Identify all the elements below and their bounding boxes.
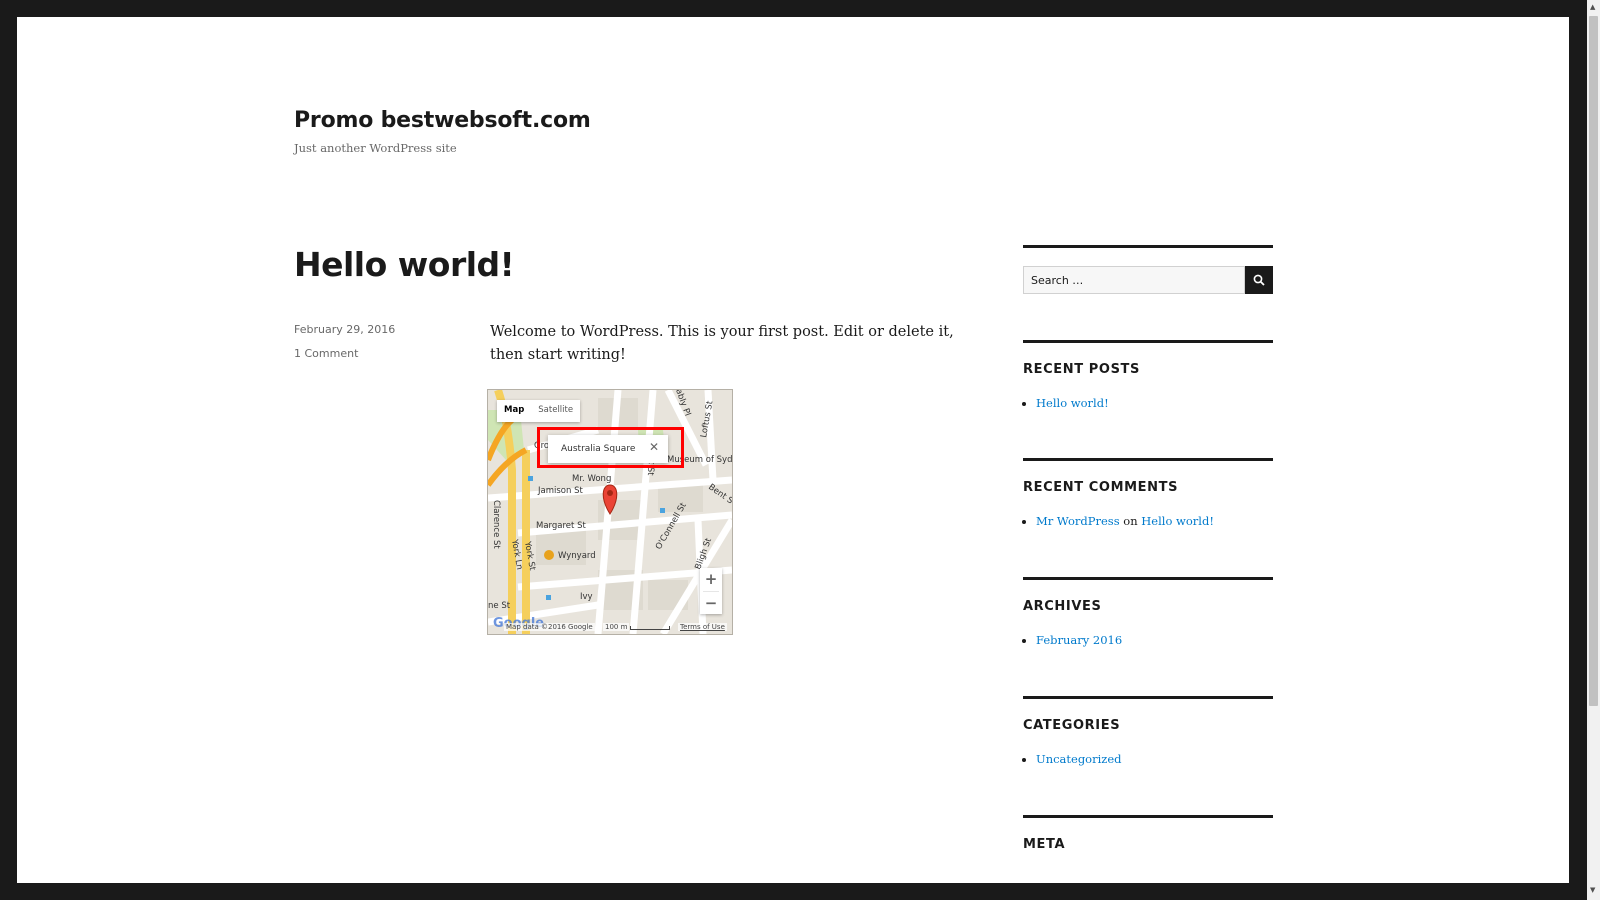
zoom-control[interactable]: + − [700,568,722,614]
categories-title: CATEGORIES [1023,718,1121,733]
list-item: Uncategorized [1036,750,1122,768]
search-input[interactable] [1024,267,1234,293]
map-terms-link[interactable]: Terms of Use [678,623,727,631]
recent-comments-list: Mr WordPress on Hello world! [1023,512,1214,530]
widget-divider [1023,340,1273,343]
comment-on-text: on [1123,514,1138,528]
label-margaret: Margaret St [536,521,586,531]
scrollbar[interactable]: ▲ ▼ [1587,0,1600,900]
list-item: February 2016 [1036,631,1122,649]
map-type-satellite-button[interactable]: Satellite [531,400,580,422]
recent-comments-title: RECENT COMMENTS [1023,480,1179,495]
widget-divider [1023,815,1273,818]
widget-divider [1023,245,1273,248]
search-icon [1253,274,1265,286]
zoom-out-button[interactable]: − [700,592,722,615]
widget-divider [1023,577,1273,580]
widget-divider [1023,458,1273,461]
highlight-box [537,427,684,468]
list-item: Mr WordPress on Hello world! [1036,512,1214,530]
map-copyright: Map data ©2016 Google [504,623,595,631]
category-link[interactable]: Uncategorized [1036,752,1122,766]
recent-post-link[interactable]: Hello world! [1036,396,1109,410]
archive-link[interactable]: February 2016 [1036,633,1122,647]
site-title[interactable]: Promo bestwebsoft.com [294,108,591,133]
label-wynyard: Wynyard [558,551,596,561]
archives-title: ARCHIVES [1023,599,1102,614]
label-clarence: Clarence St [491,500,501,549]
comment-author-link[interactable]: Mr WordPress [1036,514,1120,528]
scrollbar-thumb[interactable] [1589,16,1598,706]
search-field[interactable] [1023,266,1245,294]
page: Promo bestwebsoft.com Just another WordP… [17,17,1569,883]
post-comments-link[interactable]: 1 Comment [294,347,358,360]
bus-stop-icon [528,476,533,481]
post-title[interactable]: Hello world! [294,245,515,284]
map-type-control[interactable]: Map Satellite [497,400,581,422]
map-scale-bar [630,626,670,630]
comment-post-link[interactable]: Hello world! [1141,514,1214,528]
train-station-icon [544,550,554,560]
label-ne-st: ne St [488,601,511,611]
label-jamison: Jamison St [537,486,583,496]
label-ivy: Ivy [580,592,593,602]
categories-list: Uncategorized [1023,750,1122,768]
map-type-map-button[interactable]: Map [497,400,531,422]
list-item: Hello world! [1036,394,1109,412]
google-map[interactable]: Jamison St Margaret St Wynyard ne St Gro… [487,389,733,635]
meta-title: META [1023,837,1066,852]
label-mr-wong: Mr. Wong [572,474,611,484]
map-scale-label: 100 m [603,623,630,631]
post-date[interactable]: February 29, 2016 [294,323,395,336]
search-button[interactable] [1245,266,1273,294]
zoom-in-button[interactable]: + [700,568,722,591]
post-content: Welcome to WordPress. This is your first… [490,324,954,363]
scroll-up-icon[interactable]: ▲ [1590,3,1595,11]
map-footer: Google Map data ©2016 Google 100 m Terms… [488,616,732,634]
archives-list: February 2016 [1023,631,1122,649]
recent-posts-list: Hello world! [1023,394,1109,412]
recent-posts-title: RECENT POSTS [1023,362,1140,377]
scroll-down-icon[interactable]: ▼ [1590,886,1595,894]
bus-stop-icon [660,508,665,513]
site-tagline: Just another WordPress site [294,141,457,155]
bus-stop-icon [546,595,551,600]
widget-divider [1023,696,1273,699]
